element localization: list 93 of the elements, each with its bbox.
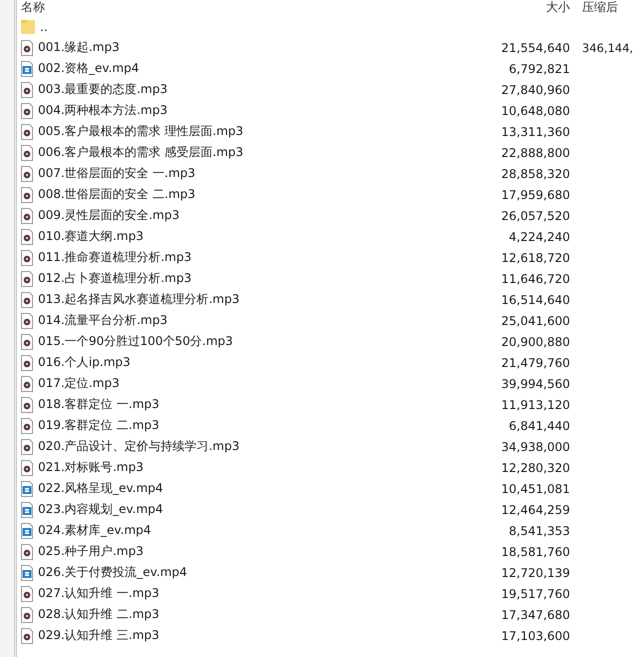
file-size: 22,888,800 xyxy=(501,146,570,160)
audio-file-icon xyxy=(21,418,33,434)
file-size: 17,103,600 xyxy=(501,628,570,642)
file-size: 13,311,360 xyxy=(501,124,570,138)
file-size: 17,959,680 xyxy=(501,188,570,202)
file-name[interactable]: 013.起名择吉风水赛道梳理分析.mp3 xyxy=(38,291,240,308)
video-file-icon xyxy=(21,480,33,496)
file-size: 18,581,760 xyxy=(501,544,570,558)
file-name[interactable]: 014.流量平台分析.mp3 xyxy=(38,312,168,329)
audio-file-icon xyxy=(21,82,33,98)
file-name[interactable]: 003.最重要的态度.mp3 xyxy=(38,81,168,98)
audio-file-icon xyxy=(21,312,33,328)
video-file-icon xyxy=(21,60,33,76)
file-size: 6,841,440 xyxy=(508,418,570,432)
audio-file-icon xyxy=(21,270,33,286)
audio-file-icon xyxy=(21,606,33,622)
file-name[interactable]: 009.灵性层面的安全.mp3 xyxy=(38,207,180,224)
file-size: 4,224,240 xyxy=(508,230,570,244)
column-header[interactable]: 大小 xyxy=(495,0,576,16)
file-size: 27,840,960 xyxy=(501,82,570,96)
column-header[interactable]: 压缩后 xyxy=(576,0,644,16)
file-size: 25,041,600 xyxy=(501,314,570,328)
file-name[interactable]: 027.认知升维 一.mp3 xyxy=(38,585,160,602)
file-size: 17,347,680 xyxy=(501,608,570,622)
file-name[interactable]: 001.缘起.mp3 xyxy=(38,39,120,56)
file-size: 21,554,640 xyxy=(501,40,570,54)
audio-file-icon xyxy=(21,40,33,56)
file-size: 11,913,120 xyxy=(501,398,570,412)
file-name[interactable]: 022.风格呈现_ev.mp4 xyxy=(38,480,164,497)
audio-file-icon xyxy=(21,166,33,182)
file-name[interactable]: 008.世俗层面的安全 二.mp3 xyxy=(38,186,196,203)
audio-file-icon xyxy=(21,376,33,392)
file-size: 20,900,880 xyxy=(501,334,570,348)
file-name[interactable]: 024.素材库_ev.mp4 xyxy=(38,522,152,539)
file-name[interactable]: 012.占卜赛道梳理分析.mp3 xyxy=(38,270,192,287)
file-name[interactable]: 029.认知升维 三.mp3 xyxy=(38,627,160,644)
file-name[interactable]: 015.一个90分胜过100个50分.mp3 xyxy=(38,333,233,350)
file-name[interactable]: 025.种子用户.mp3 xyxy=(38,543,144,560)
audio-file-icon xyxy=(21,460,33,476)
file-size: 12,720,139 xyxy=(501,566,570,580)
video-file-icon xyxy=(21,522,33,538)
file-size: 21,479,760 xyxy=(501,356,570,370)
file-name[interactable]: 021.对标账号.mp3 xyxy=(38,459,144,476)
file-size: 12,280,320 xyxy=(501,460,570,474)
file-size: 34,938,000 xyxy=(501,440,570,454)
video-file-icon xyxy=(21,502,33,518)
file-name[interactable]: 018.客群定位 一.mp3 xyxy=(38,396,160,413)
file-name[interactable]: 010.赛道大纲.mp3 xyxy=(38,228,144,245)
file-size: 12,618,720 xyxy=(501,250,570,264)
audio-file-icon xyxy=(21,544,33,560)
file-name[interactable]: 005.客户最根本的需求 理性层面.mp3 xyxy=(38,123,244,140)
file-size: 26,057,520 xyxy=(501,208,570,222)
audio-file-icon xyxy=(21,228,33,244)
video-file-icon xyxy=(21,564,33,580)
audio-file-icon xyxy=(21,292,33,308)
audio-file-icon xyxy=(21,144,33,160)
file-size: 10,451,081 xyxy=(501,482,570,496)
file-name[interactable]: 026.关于付费投流_ev.mp4 xyxy=(38,564,188,581)
file-size: 16,514,640 xyxy=(501,292,570,306)
audio-file-icon xyxy=(21,186,33,202)
column-header[interactable]: 名称 xyxy=(17,0,495,16)
file-name[interactable]: 002.资格_ev.mp4 xyxy=(38,60,140,77)
file-size: 12,464,259 xyxy=(501,502,570,516)
audio-file-icon xyxy=(21,124,33,140)
file-size: 8,541,353 xyxy=(508,524,570,538)
file-size: 10,648,080 xyxy=(501,104,570,118)
file-name[interactable]: 006.客户最根本的需求 感受层面.mp3 xyxy=(38,144,244,161)
file-name[interactable]: 019.客群定位 二.mp3 xyxy=(38,417,160,434)
audio-file-icon xyxy=(21,250,33,266)
file-name[interactable]: 011.推命赛道梳理分析.mp3 xyxy=(38,249,192,266)
audio-file-icon xyxy=(21,102,33,118)
compressed-size: 346,144, xyxy=(582,40,634,54)
file-name[interactable]: 007.世俗层面的安全 一.mp3 xyxy=(38,165,196,182)
file-name[interactable]: .. xyxy=(40,20,48,34)
audio-file-icon xyxy=(21,354,33,370)
audio-file-icon xyxy=(21,208,33,224)
file-name[interactable]: 020.产品设计、定价与持续学习.mp3 xyxy=(38,438,240,455)
audio-file-icon xyxy=(21,334,33,350)
audio-file-icon xyxy=(21,438,33,454)
audio-file-icon xyxy=(21,396,33,412)
file-name[interactable]: 004.两种根本方法.mp3 xyxy=(38,102,168,119)
file-name[interactable]: 028.认知升维 二.mp3 xyxy=(38,606,160,623)
file-size: 11,646,720 xyxy=(501,272,570,286)
file-size: 39,994,560 xyxy=(501,376,570,390)
audio-file-icon xyxy=(21,628,33,644)
audio-file-icon xyxy=(21,586,33,602)
folder-icon xyxy=(21,18,35,34)
file-name[interactable]: 016.个人ip.mp3 xyxy=(38,354,130,371)
file-name[interactable]: 017.定位.mp3 xyxy=(38,375,120,392)
file-size: 19,517,760 xyxy=(501,586,570,600)
file-size: 6,792,821 xyxy=(508,62,570,76)
file-name[interactable]: 023.内容规划_ev.mp4 xyxy=(38,501,164,518)
file-size: 28,858,320 xyxy=(501,166,570,180)
